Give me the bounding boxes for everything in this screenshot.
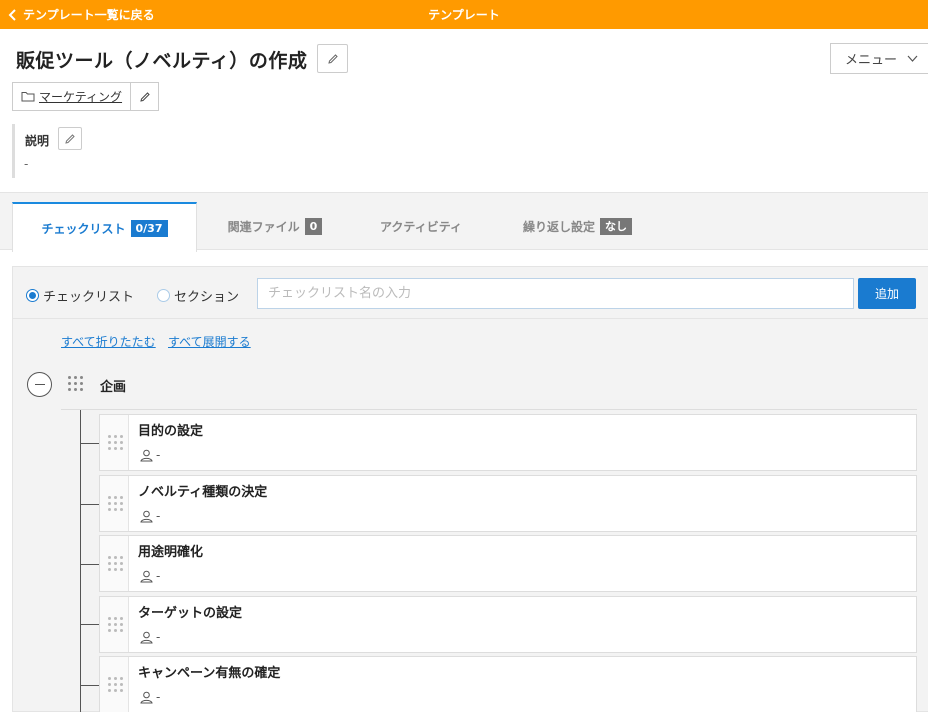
assignee-value: -: [156, 630, 161, 644]
checklist-item[interactable]: ノベルティ種類の決定 -: [99, 475, 917, 532]
collapse-all-link[interactable]: すべて折りたたむ: [61, 333, 156, 350]
tree-branch: [80, 504, 99, 505]
drag-handle-icon: [108, 556, 123, 571]
item-name: 目的の設定: [138, 424, 204, 439]
description-block: 説明 -: [12, 124, 312, 178]
drag-handle-icon: [108, 677, 123, 692]
assignee-value: -: [156, 448, 161, 462]
drag-handle[interactable]: [100, 476, 129, 531]
assignee-value: -: [156, 690, 161, 704]
radio-dot: [157, 289, 170, 302]
drag-handle-icon[interactable]: [68, 376, 83, 391]
radio-checklist[interactable]: チェックリスト: [26, 286, 134, 305]
assignee[interactable]: -: [140, 448, 160, 462]
checklist-item[interactable]: 目的の設定 -: [99, 414, 917, 471]
category-tag: マーケティング: [12, 82, 160, 111]
tab-bar: チェックリスト 0/37 関連ファイル 0 アクティビティ 繰り返し設定 なし: [0, 192, 928, 252]
drag-handle[interactable]: [100, 657, 129, 712]
tab-label: 繰り返し設定: [522, 220, 595, 234]
radio-label: チェックリスト: [43, 290, 135, 305]
tree-branch: [80, 624, 99, 625]
tree-branch: [80, 443, 99, 444]
pencil-icon: [139, 91, 150, 102]
checklist-name-input[interactable]: [257, 278, 854, 309]
menu-dropdown[interactable]: メニュー: [830, 43, 928, 74]
files-count-badge: 0: [304, 218, 323, 235]
add-checklist-form: チェックリスト セクション 追加: [13, 267, 928, 319]
assignee-value: -: [156, 509, 161, 523]
item-name: 用途明確化: [138, 545, 204, 560]
user-icon: [140, 631, 153, 643]
item-name: ターゲットの設定: [138, 606, 243, 621]
assignee[interactable]: -: [140, 509, 160, 523]
drag-handle[interactable]: [100, 415, 129, 470]
minus-circle-icon[interactable]: [27, 372, 52, 397]
item-name: キャンペーン有無の確定: [138, 666, 281, 681]
tree-branch: [80, 685, 99, 686]
checklist-panel: チェックリスト セクション 追加 すべて折りたたむ すべて展開する 企画 目的の…: [12, 266, 928, 712]
pencil-icon: [65, 133, 75, 144]
drag-handle-icon: [108, 435, 123, 450]
add-button[interactable]: 追加: [858, 278, 916, 309]
expand-all-link[interactable]: すべて展開する: [168, 333, 251, 350]
edit-category-button[interactable]: [130, 83, 158, 110]
tab-repeat-settings[interactable]: 繰り返し設定 なし: [505, 202, 650, 251]
tree-line: [80, 410, 81, 712]
folder-icon: [21, 92, 35, 102]
top-bar: テンプレート一覧に戻る テンプレート: [0, 0, 928, 29]
edit-description-button[interactable]: [58, 127, 82, 150]
drag-handle-icon: [108, 617, 123, 632]
category-link[interactable]: マーケティング: [13, 83, 130, 110]
drag-handle[interactable]: [100, 597, 129, 652]
checklist-item[interactable]: キャンペーン有無の確定 -: [99, 656, 917, 712]
topbar-title: テンプレート: [428, 8, 500, 22]
radio-section[interactable]: セクション: [157, 286, 239, 305]
user-icon: [140, 510, 153, 522]
radio-label: セクション: [174, 290, 240, 305]
edit-title-button[interactable]: [317, 44, 348, 73]
tree-branch: [80, 564, 99, 565]
radio-dot: [26, 289, 39, 302]
section-name: 企画: [100, 380, 127, 395]
chevron-down-icon: [907, 55, 918, 62]
tab-label: アクティビティ: [380, 220, 462, 234]
user-icon: [140, 449, 153, 461]
assignee[interactable]: -: [140, 630, 160, 644]
checklist-item[interactable]: 用途明確化 -: [99, 535, 917, 592]
repeat-status-badge: なし: [600, 218, 632, 235]
tab-related-files[interactable]: 関連ファイル 0: [210, 202, 340, 251]
description-label: 説明: [25, 134, 50, 148]
drag-handle[interactable]: [100, 536, 129, 591]
tab-checklist[interactable]: チェックリスト 0/37: [12, 202, 197, 252]
tab-label: 関連ファイル: [227, 220, 300, 234]
drag-handle-icon: [108, 496, 123, 511]
tab-activity[interactable]: アクティビティ: [362, 202, 480, 251]
menu-label: メニュー: [845, 53, 898, 68]
checklist-item[interactable]: ターゲットの設定 -: [99, 596, 917, 653]
checklist-progress-badge: 0/37: [130, 219, 168, 237]
section-row: 企画: [13, 367, 928, 403]
user-icon: [140, 691, 153, 703]
user-icon: [140, 570, 153, 582]
page-title: 販促ツール（ノベルティ）の作成: [16, 50, 308, 72]
tab-label: チェックリスト: [41, 221, 126, 236]
assignee[interactable]: -: [140, 569, 160, 583]
assignee[interactable]: -: [140, 690, 160, 704]
section-divider: [61, 409, 917, 410]
description-value: -: [24, 157, 29, 171]
pencil-icon: [327, 53, 338, 64]
item-name: ノベルティ種類の決定: [138, 485, 268, 500]
category-label: マーケティング: [39, 90, 123, 104]
assignee-value: -: [156, 569, 161, 583]
